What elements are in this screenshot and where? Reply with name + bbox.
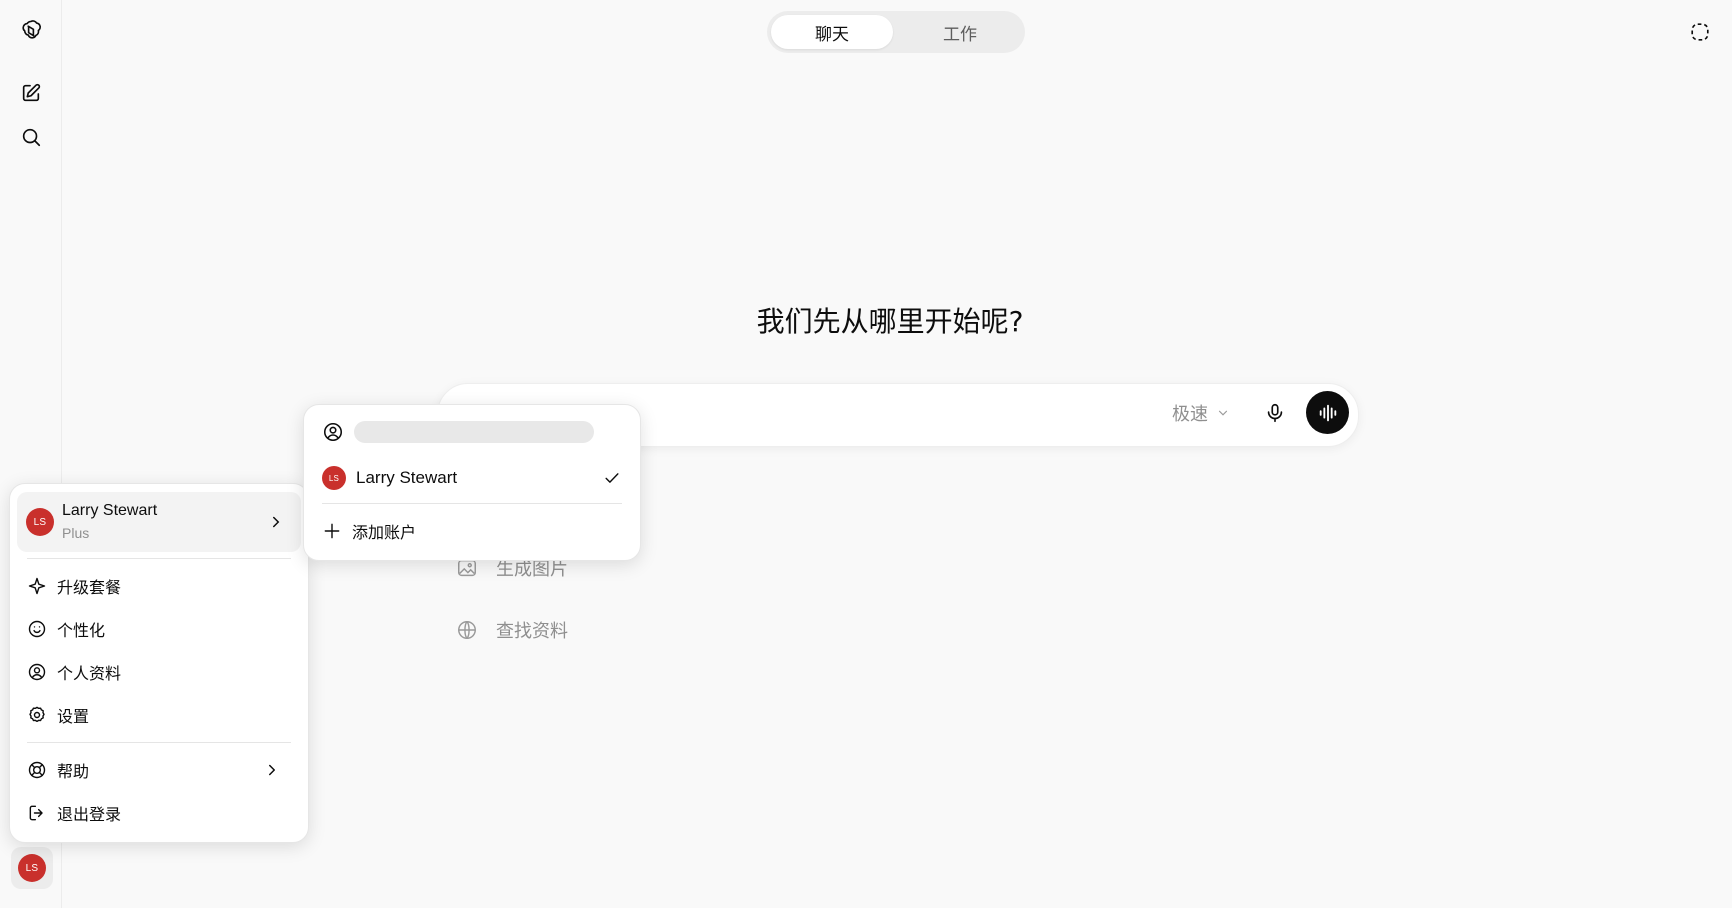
add-account-button[interactable]: 添加账户 [322, 519, 416, 543]
menu-item-label: 帮助 [57, 762, 90, 781]
account-switcher-menu: LS Larry Stewart 添加账户 [303, 404, 641, 561]
account-placeholder-row [322, 421, 594, 443]
account-switcher-trigger[interactable]: LS Larry Stewart Plus [17, 492, 301, 552]
model-select[interactable]: 极速 [1172, 400, 1230, 426]
microphone-button[interactable] [1260, 398, 1290, 428]
menu-item-label: 设置 [57, 707, 90, 726]
model-select-label: 极速 [1172, 404, 1208, 425]
logout-icon [29, 805, 43, 821]
suggestion-label: 查找资料 [496, 621, 568, 642]
avatar: LS [322, 466, 346, 490]
microphone-icon [1267, 403, 1283, 423]
check-icon [605, 473, 619, 483]
menu-item-label: 个性化 [57, 621, 106, 640]
voice-mode-button[interactable] [1306, 391, 1349, 434]
account-row-current[interactable]: LS Larry Stewart [322, 466, 622, 490]
waveform-icon [1319, 404, 1336, 421]
plus-icon [324, 523, 340, 539]
mode-toggle: 聊天 工作 [767, 11, 1025, 53]
menu-item-label: 退出登录 [57, 805, 122, 824]
gear-icon [29, 706, 45, 723]
user-name: Larry Stewart [62, 502, 158, 519]
temporary-chat-icon[interactable] [1686, 18, 1714, 46]
account-name: Larry Stewart [356, 468, 458, 487]
user-plan: Plus [62, 525, 90, 541]
divider [27, 742, 291, 743]
chevron-right-icon [273, 516, 280, 528]
tab-chat[interactable]: 聊天 [771, 15, 893, 49]
avatar: LS [18, 854, 46, 882]
chevron-right-icon [269, 764, 275, 776]
search-icon[interactable] [17, 123, 45, 151]
new-chat-icon[interactable] [17, 79, 45, 107]
page-title: 我们先从哪里开始呢? [756, 305, 1024, 338]
user-circle-icon [28, 663, 46, 681]
avatar: LS [26, 508, 54, 536]
suggestion-find-info[interactable]: 查找资料 [456, 617, 568, 643]
menu-item-logout[interactable]: 退出登录 [27, 796, 297, 830]
add-account-label: 添加账户 [352, 523, 417, 542]
chevron-down-icon [1218, 410, 1228, 416]
menu-item-settings[interactable]: 设置 [27, 698, 297, 732]
menu-item-personalize[interactable]: 个性化 [27, 612, 297, 646]
lifebuoy-icon [28, 761, 46, 779]
account-menu: LS Larry Stewart Plus 升级套餐 个性化 个人资料 设置 帮… [9, 483, 309, 843]
user-circle-icon [323, 422, 343, 442]
loading-placeholder [354, 421, 594, 443]
smile-icon [28, 620, 46, 638]
menu-item-help[interactable]: 帮助 [27, 753, 297, 787]
globe-icon [458, 621, 476, 639]
tab-work[interactable]: 工作 [899, 15, 1021, 49]
divider [322, 503, 622, 504]
openai-logo-icon[interactable] [17, 17, 45, 45]
menu-item-label: 升级套餐 [57, 578, 122, 597]
divider [27, 558, 291, 559]
menu-item-upgrade[interactable]: 升级套餐 [27, 569, 297, 603]
profile-button[interactable]: LS [11, 847, 53, 889]
menu-item-label: 个人资料 [57, 664, 122, 683]
menu-item-profile[interactable]: 个人资料 [27, 655, 297, 689]
sparkle-icon [28, 577, 46, 595]
